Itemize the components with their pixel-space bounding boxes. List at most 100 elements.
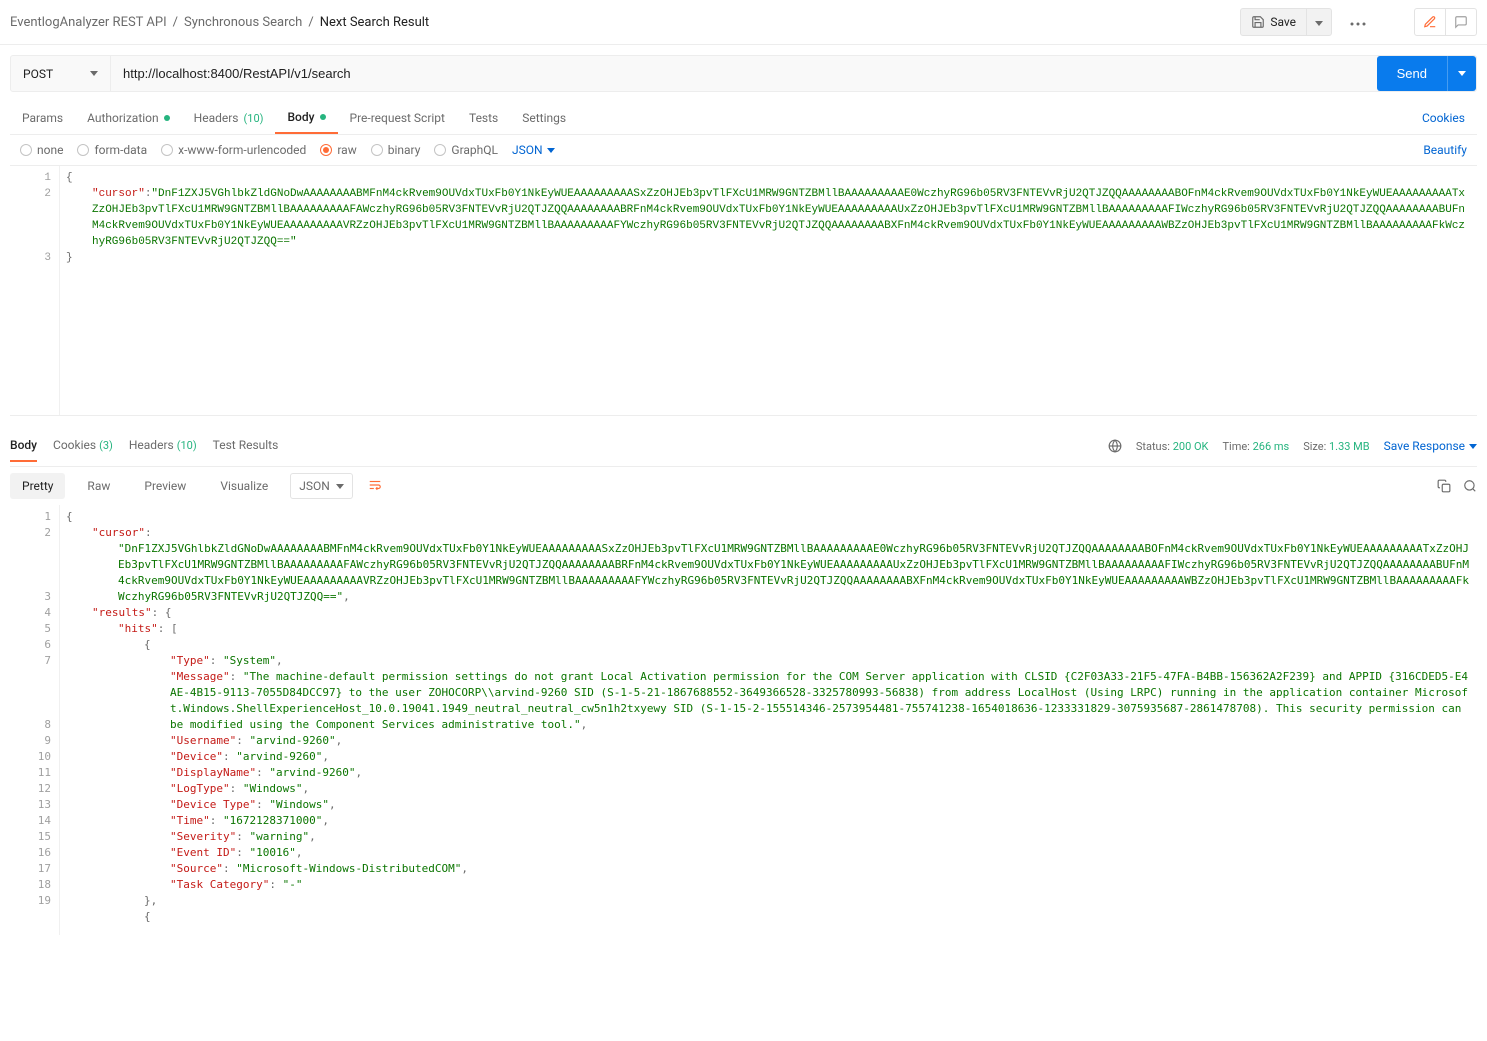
doc-comment-group bbox=[1414, 8, 1477, 36]
body-type-form-data[interactable]: form-data bbox=[77, 143, 147, 157]
radio-label: none bbox=[37, 143, 63, 157]
globe-icon[interactable] bbox=[1108, 439, 1122, 453]
tab-prerequest[interactable]: Pre-request Script bbox=[338, 103, 457, 133]
documentation-button[interactable] bbox=[1415, 9, 1446, 35]
beautify-link[interactable]: Beautify bbox=[1423, 143, 1467, 157]
json-value: "1672128371000" bbox=[223, 814, 322, 827]
json-key: "Source" bbox=[170, 862, 223, 875]
dots-icon bbox=[1350, 22, 1366, 26]
json-value: "arvind-9260" bbox=[269, 766, 355, 779]
json-key: "Event ID" bbox=[170, 846, 236, 859]
tab-params[interactable]: Params bbox=[10, 103, 75, 133]
json-key: "cursor" bbox=[92, 526, 145, 539]
json-value: "Microsoft-Windows-DistributedCOM" bbox=[236, 862, 461, 875]
breadcrumb-root[interactable]: EventlogAnalyzer REST API bbox=[10, 15, 167, 30]
save-caret[interactable] bbox=[1306, 9, 1331, 35]
radio-label: x-www-form-urlencoded bbox=[178, 143, 306, 157]
time-value: 266 ms bbox=[1253, 440, 1290, 453]
url-input[interactable] bbox=[111, 56, 1377, 91]
view-preview[interactable]: Preview bbox=[132, 473, 198, 499]
save-button[interactable]: Save bbox=[1241, 9, 1306, 35]
save-split-button: Save bbox=[1240, 8, 1332, 36]
format-label: JSON bbox=[299, 479, 330, 493]
comments-button[interactable] bbox=[1446, 9, 1476, 35]
response-view-row: Pretty Raw Preview Visualize JSON bbox=[10, 467, 1477, 505]
tab-label: Params bbox=[22, 111, 63, 125]
size-label: Size: bbox=[1303, 440, 1326, 453]
http-method-select[interactable]: POST bbox=[11, 56, 111, 91]
code-area[interactable]: { "cursor": "DnF1ZXJ5VGhlbkZldGNoDwAAAAA… bbox=[60, 505, 1477, 935]
status-value: 200 OK bbox=[1173, 440, 1209, 453]
body-format-select[interactable]: JSON bbox=[512, 143, 555, 157]
more-options-button[interactable] bbox=[1342, 9, 1374, 35]
json-key: "Task Category" bbox=[170, 878, 269, 891]
tab-settings[interactable]: Settings bbox=[510, 103, 578, 133]
copy-button[interactable] bbox=[1437, 479, 1451, 493]
send-label: Send bbox=[1397, 66, 1427, 81]
size-value: 1.33 MB bbox=[1329, 440, 1370, 453]
headers-count: (10) bbox=[177, 439, 197, 452]
wrap-lines-button[interactable] bbox=[363, 474, 387, 499]
save-label: Save bbox=[1270, 15, 1296, 29]
request-body-editor[interactable]: 12 3 { "cursor":"DnF1ZXJ5VGhlbkZldGNoDwA… bbox=[10, 166, 1477, 416]
tab-label: Pre-request Script bbox=[350, 111, 445, 125]
resp-tab-body[interactable]: Body bbox=[10, 430, 37, 462]
json-key: "Time" bbox=[170, 814, 210, 827]
tab-label: Cookies bbox=[53, 438, 96, 452]
cookies-label: Cookies bbox=[1422, 111, 1465, 125]
json-value: "Windows" bbox=[243, 782, 303, 795]
resp-tab-tests[interactable]: Test Results bbox=[213, 430, 279, 462]
json-key: "Severity" bbox=[170, 830, 236, 843]
json-value: "-" bbox=[283, 878, 303, 891]
comment-icon bbox=[1454, 15, 1468, 29]
body-type-xwww[interactable]: x-www-form-urlencoded bbox=[161, 143, 306, 157]
breadcrumb-mid[interactable]: Synchronous Search bbox=[184, 15, 302, 30]
json-value: "DnF1ZXJ5VGhlbkZldGNoDwAAAAAAAABMFnM4ckR… bbox=[118, 542, 1469, 603]
chevron-down-icon bbox=[547, 148, 555, 153]
json-key: "Username" bbox=[170, 734, 236, 747]
json-key: "results" bbox=[92, 606, 152, 619]
cookies-link[interactable]: Cookies bbox=[1410, 103, 1477, 133]
code-area[interactable]: { "cursor":"DnF1ZXJ5VGhlbkZldGNoDwAAAAAA… bbox=[60, 166, 1477, 415]
search-button[interactable] bbox=[1463, 479, 1477, 493]
tab-label: Authorization bbox=[87, 111, 159, 125]
response-meta: Status: 200 OK Time: 266 ms Size: 1.33 M… bbox=[1108, 439, 1477, 453]
send-caret[interactable] bbox=[1447, 56, 1476, 91]
view-raw[interactable]: Raw bbox=[75, 473, 122, 499]
breadcrumb-current: Next Search Result bbox=[320, 15, 429, 30]
breadcrumb-sep: / bbox=[308, 15, 313, 30]
json-key: "Device Type" bbox=[170, 798, 256, 811]
chevron-down-icon bbox=[1469, 444, 1477, 449]
send-button[interactable]: Send bbox=[1377, 56, 1447, 91]
response-body-editor[interactable]: 12 34567 8910111213141516171819 { "curso… bbox=[10, 505, 1477, 935]
view-pretty[interactable]: Pretty bbox=[10, 473, 65, 499]
resp-tab-cookies[interactable]: Cookies (3) bbox=[53, 430, 113, 462]
cookies-count: (3) bbox=[99, 439, 113, 452]
status-dot-icon bbox=[320, 114, 326, 120]
save-response-label: Save Response bbox=[1384, 439, 1465, 453]
tab-label: Tests bbox=[469, 111, 498, 125]
tab-tests[interactable]: Tests bbox=[457, 103, 510, 133]
view-visualize[interactable]: Visualize bbox=[208, 473, 280, 499]
json-key: "Device" bbox=[170, 750, 223, 763]
disk-icon bbox=[1251, 15, 1265, 29]
body-type-binary[interactable]: binary bbox=[371, 143, 421, 157]
body-type-graphql[interactable]: GraphQL bbox=[434, 143, 498, 157]
response-bar: Body Cookies (3) Headers (10) Test Resul… bbox=[10, 426, 1477, 467]
tab-body[interactable]: Body bbox=[275, 102, 337, 134]
tab-authorization[interactable]: Authorization bbox=[75, 103, 182, 133]
chevron-down-icon bbox=[1458, 71, 1466, 76]
json-value: "warning" bbox=[249, 830, 309, 843]
response-format-select[interactable]: JSON bbox=[290, 473, 353, 499]
tab-label: Headers bbox=[194, 111, 239, 125]
body-type-raw[interactable]: raw bbox=[320, 143, 356, 157]
json-value: "Windows" bbox=[269, 798, 329, 811]
save-response-link[interactable]: Save Response bbox=[1384, 439, 1477, 453]
body-type-row: none form-data x-www-form-urlencoded raw… bbox=[10, 135, 1477, 166]
body-type-none[interactable]: none bbox=[20, 143, 63, 157]
url-bar: POST Send bbox=[10, 55, 1477, 92]
tab-headers[interactable]: Headers (10) bbox=[182, 103, 276, 133]
headers-count: (10) bbox=[244, 112, 264, 125]
json-key: "cursor" bbox=[92, 188, 145, 200]
resp-tab-headers[interactable]: Headers (10) bbox=[129, 430, 197, 462]
